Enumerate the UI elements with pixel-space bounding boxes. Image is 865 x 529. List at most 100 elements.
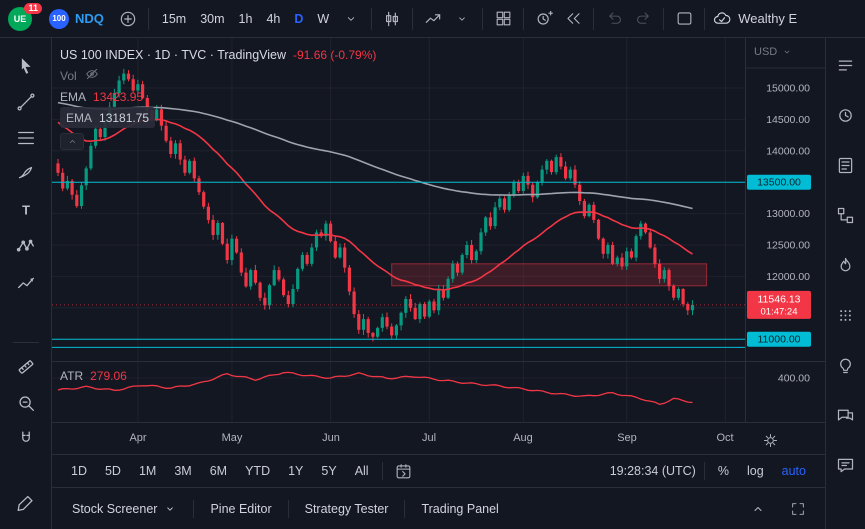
add-symbol-button[interactable] (115, 6, 141, 32)
tool-zoom[interactable] (8, 385, 44, 421)
chevron-down-icon (343, 11, 359, 27)
clock[interactable]: 19:28:34 (UTC) (610, 464, 696, 478)
toolbar-divider (371, 7, 373, 30)
undo-icon (605, 9, 624, 28)
range-6m[interactable]: 6M (205, 462, 232, 480)
range-1m[interactable]: 1M (134, 462, 161, 480)
chart-type-button[interactable] (379, 6, 405, 32)
range-3m[interactable]: 3M (169, 462, 196, 480)
percent-scale-button[interactable]: % (713, 462, 734, 480)
layout-button[interactable] (671, 6, 697, 32)
drawing-toolbar: T (0, 38, 52, 529)
ema1-legend-row[interactable]: EMA 13423.95 (60, 86, 143, 107)
range-ytd[interactable]: YTD (240, 462, 275, 480)
timeframe-group: 15m 30m 1h 4h D W (156, 9, 335, 29)
panel-watchlist[interactable] (833, 52, 859, 78)
tab-pine-editor[interactable]: Pine Editor (194, 488, 287, 529)
timeframe-15m[interactable]: 15m (156, 9, 192, 29)
indicators-menu-button[interactable] (449, 6, 475, 32)
panel-hotlists[interactable] (833, 252, 859, 278)
timeframe-4h[interactable]: 4h (260, 9, 286, 29)
symbol-name: NDQ (75, 11, 104, 26)
currency-selector[interactable]: USD (754, 46, 793, 58)
timeframe-w[interactable]: W (311, 9, 335, 29)
time-axis[interactable]: Apr May Jun Jul Aug Sep Oct (52, 422, 825, 454)
volume-legend-row[interactable]: Vol (60, 65, 100, 86)
tradingview-app: UE 11 100 NDQ 15m 30m 1h 4h D W Wealthy E T 1… (0, 0, 865, 529)
ema1-label: EMA (60, 89, 87, 104)
ema2-legend-row[interactable]: EMA 13181.75 (60, 107, 156, 128)
panel-alerts[interactable] (833, 102, 859, 128)
eye-off-icon[interactable] (84, 66, 100, 82)
publish-button[interactable]: Wealthy E (712, 9, 797, 29)
range-5d[interactable]: 5D (100, 462, 126, 480)
range-1d[interactable]: 1D (66, 462, 92, 480)
collapse-legend-button[interactable] (60, 133, 84, 150)
candlestick-icon (382, 9, 402, 29)
svg-text:T: T (22, 203, 30, 218)
calendar-go-icon (394, 462, 413, 481)
timeframe-1h[interactable]: 1h (233, 9, 259, 29)
tool-text[interactable]: T (8, 192, 44, 228)
time-tick-apr: Apr (129, 432, 147, 444)
magnet-icon (15, 428, 37, 450)
range-1y[interactable]: 1Y (283, 462, 308, 480)
price-level-badge: 13500.00 (747, 174, 811, 190)
collapse-panel-button[interactable] (745, 496, 771, 522)
tool-edit[interactable] (8, 485, 44, 521)
timeframe-d[interactable]: D (288, 9, 309, 29)
tool-ruler[interactable] (8, 349, 44, 385)
toolbar-divider (482, 7, 484, 30)
tool-fib-retracement[interactable] (8, 120, 44, 156)
auto-scale-button[interactable]: auto (777, 462, 811, 480)
atr-legend-row[interactable]: ATR 279.06 (60, 369, 127, 383)
range-all[interactable]: All (350, 462, 374, 480)
log-scale-button[interactable]: log (742, 462, 769, 480)
indicators-button[interactable] (420, 6, 446, 32)
tool-xabcd-pattern[interactable] (8, 228, 44, 264)
toolbar-divider (12, 342, 39, 343)
time-axis-settings-button[interactable] (757, 427, 783, 453)
range-5y[interactable]: 5Y (316, 462, 341, 480)
ema2-label: EMA (66, 110, 93, 125)
tab-stock-screener[interactable]: Stock Screener (56, 488, 193, 529)
redo-button[interactable] (630, 6, 656, 32)
panel-dom[interactable] (833, 302, 859, 328)
panel-comments[interactable] (833, 452, 859, 478)
trend-line-icon (15, 91, 37, 113)
tool-emoji[interactable] (8, 300, 44, 336)
dom-icon (835, 305, 856, 326)
toolbar-divider (663, 7, 665, 30)
panel-object-tree[interactable] (833, 202, 859, 228)
svg-text:11000.00: 11000.00 (757, 334, 800, 346)
compare-layout-button[interactable] (490, 6, 516, 32)
symbol-legend-row[interactable]: US 100 INDEX · 1D · TVC · TradingView -9… (60, 44, 376, 65)
tab-strategy-tester[interactable]: Strategy Tester (289, 488, 405, 529)
panel-chat[interactable] (833, 402, 859, 428)
tool-prediction[interactable] (8, 264, 44, 300)
tab-trading-panel[interactable]: Trading Panel (405, 488, 514, 529)
toolbar-divider (147, 7, 149, 30)
tool-magnet[interactable] (8, 421, 44, 457)
time-tick-jul: Jul (421, 432, 437, 444)
timeframe-30m[interactable]: 30m (194, 9, 230, 29)
bar-replay-button[interactable] (560, 6, 586, 32)
user-menu-button[interactable]: UE 11 (8, 2, 42, 33)
price-tick: 12000.00 (766, 271, 810, 283)
panel-ideas[interactable] (833, 352, 859, 378)
go-to-date-button[interactable] (391, 458, 417, 484)
create-alert-button[interactable] (531, 6, 557, 32)
symbol-search-button[interactable]: 100 NDQ (41, 7, 112, 31)
tool-cursor[interactable] (8, 48, 44, 84)
undo-button[interactable] (601, 6, 627, 32)
tool-brush[interactable] (8, 156, 44, 192)
timeframe-menu-button[interactable] (338, 6, 364, 32)
panel-news[interactable] (833, 152, 859, 178)
svg-text:13500.00: 13500.00 (757, 177, 801, 189)
tool-trend-line[interactable] (8, 84, 44, 120)
chart-area[interactable]: 15000.00 14500.00 14000.00 13000.00 12500.00… (52, 38, 825, 487)
chevron-down-icon (781, 46, 793, 58)
fullscreen-button[interactable] (785, 496, 811, 522)
zoom-icon (15, 392, 37, 414)
chart-style-icon (423, 9, 443, 29)
